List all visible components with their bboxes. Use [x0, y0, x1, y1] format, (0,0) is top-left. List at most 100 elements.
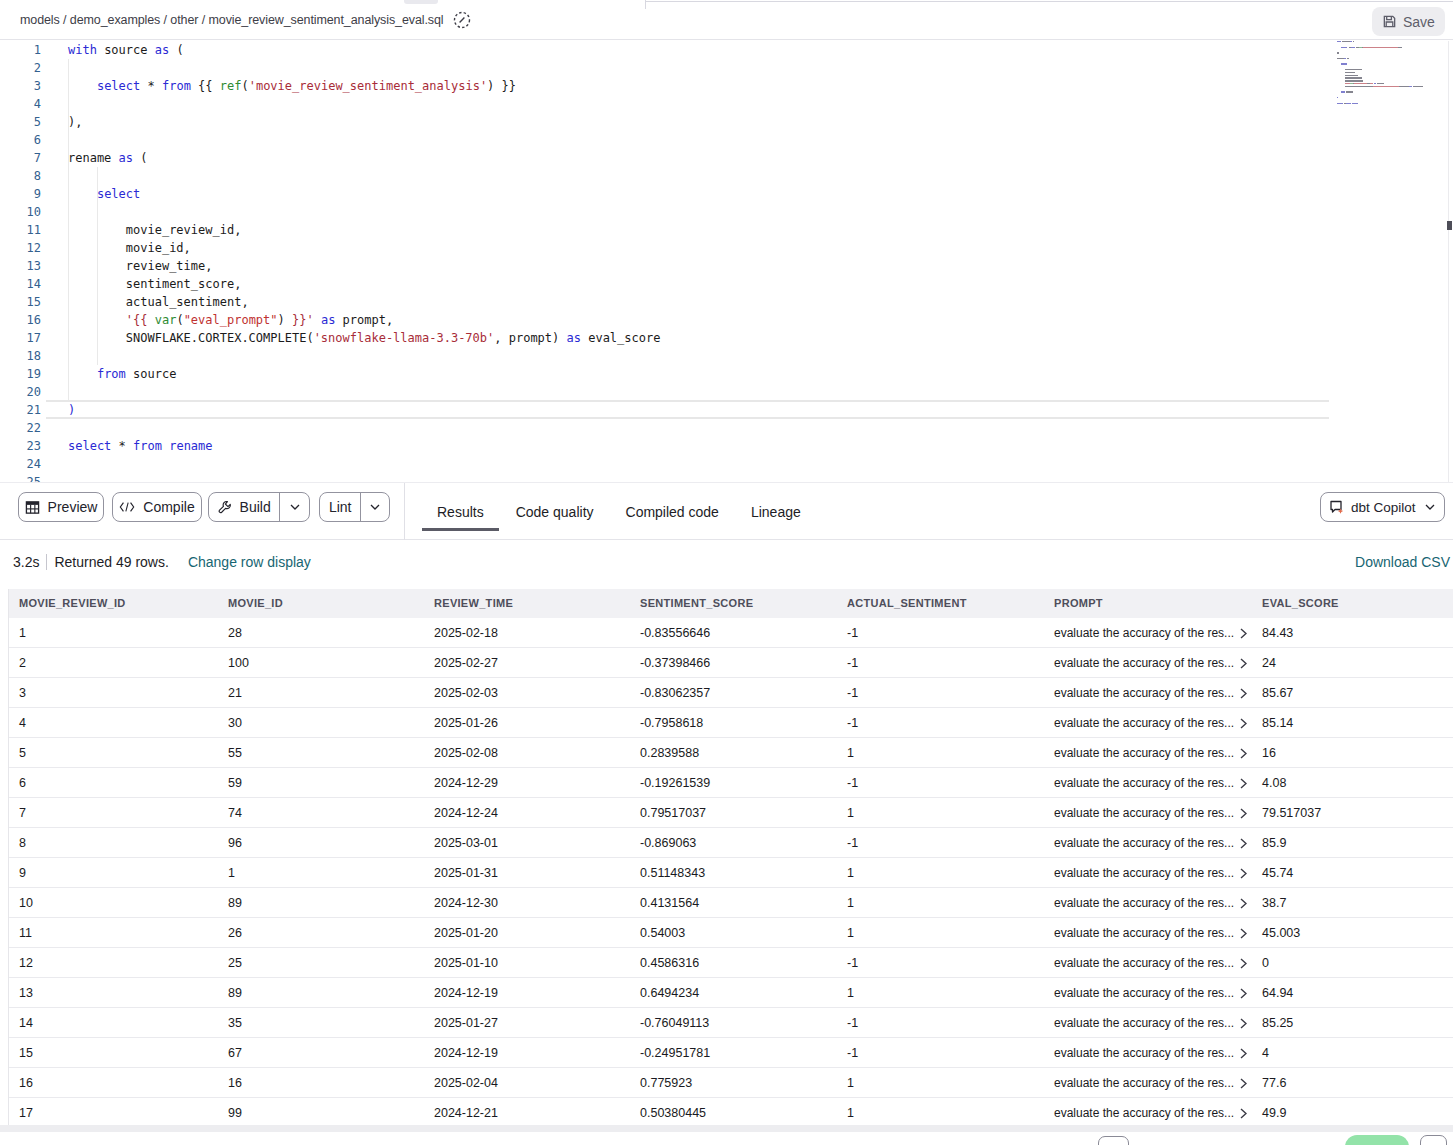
- lint-button[interactable]: Lint: [320, 493, 360, 521]
- code-line: movie_review_id,: [68, 221, 660, 239]
- tab-compiled-code[interactable]: Compiled code: [626, 483, 719, 540]
- prompt-cell[interactable]: evaluate the accuracy of the res...: [1054, 896, 1247, 910]
- expand-prompt-icon[interactable]: [1240, 988, 1247, 999]
- expand-prompt-icon[interactable]: [1240, 1048, 1247, 1059]
- column-header: MOVIE_ID: [228, 597, 283, 609]
- prompt-cell[interactable]: evaluate the accuracy of the res...: [1054, 836, 1247, 850]
- prompt-cell[interactable]: evaluate the accuracy of the res...: [1054, 1106, 1247, 1120]
- prompt-cell[interactable]: evaluate the accuracy of the res...: [1054, 776, 1247, 790]
- prompt-cell[interactable]: evaluate the accuracy of the res...: [1054, 656, 1247, 670]
- bottom-green-button[interactable]: [1345, 1135, 1409, 1145]
- prompt-preview-text: evaluate the accuracy of the res...: [1054, 1046, 1234, 1060]
- code-line: [68, 347, 660, 365]
- eval-score-cell: 77.6: [1262, 1076, 1286, 1090]
- editor-scrollbar-thumb[interactable]: [1447, 221, 1452, 230]
- code-editor[interactable]: 1234567891011121314151617181920212223242…: [0, 41, 1453, 482]
- minimap-line: [1337, 108, 1432, 111]
- prompt-cell[interactable]: evaluate the accuracy of the res...: [1054, 986, 1247, 1000]
- line-number: 18: [0, 347, 41, 365]
- table-cell: -0.24951781: [640, 1046, 710, 1060]
- table-cell: 2024-12-19: [434, 986, 498, 1000]
- table-cell: 2025-02-04: [434, 1076, 498, 1090]
- table-cell: -0.83556646: [640, 626, 710, 640]
- prompt-cell[interactable]: evaluate the accuracy of the res...: [1054, 716, 1247, 730]
- line-number: 14: [0, 275, 41, 293]
- editor-scrollbar-track: [1448, 41, 1449, 482]
- table-cell: 4: [19, 716, 26, 730]
- prompt-preview-text: evaluate the accuracy of the res...: [1054, 806, 1234, 820]
- table-cell: 2: [19, 656, 26, 670]
- expand-prompt-icon[interactable]: [1240, 718, 1247, 729]
- prompt-cell[interactable]: evaluate the accuracy of the res...: [1054, 926, 1247, 940]
- dbt-copilot-button[interactable]: dbt Copilot: [1320, 492, 1445, 522]
- change-row-display-link[interactable]: Change row display: [188, 554, 311, 570]
- expand-prompt-icon[interactable]: [1240, 1108, 1247, 1119]
- code-content[interactable]: with source as ( select * from {{ ref('m…: [68, 41, 660, 482]
- expand-prompt-icon[interactable]: [1240, 838, 1247, 849]
- expand-prompt-icon[interactable]: [1240, 868, 1247, 879]
- wrench-icon: [218, 500, 232, 514]
- column-header: EVAL_SCORE: [1262, 597, 1339, 609]
- minimap: [1337, 41, 1432, 111]
- line-number: 7: [0, 149, 41, 167]
- expand-prompt-icon[interactable]: [1240, 928, 1247, 939]
- build-dropdown[interactable]: [279, 493, 309, 521]
- expand-prompt-icon[interactable]: [1240, 778, 1247, 789]
- line-number: 16: [0, 311, 41, 329]
- build-button[interactable]: Build: [209, 493, 279, 521]
- expand-prompt-icon[interactable]: [1240, 688, 1247, 699]
- tab-code-quality[interactable]: Code quality: [516, 483, 594, 540]
- prompt-cell[interactable]: evaluate the accuracy of the res...: [1054, 806, 1247, 820]
- download-csv-link[interactable]: Download CSV: [1355, 554, 1450, 570]
- lint-label: Lint: [329, 499, 352, 515]
- prompt-cell[interactable]: evaluate the accuracy of the res...: [1054, 1016, 1247, 1030]
- prompt-cell[interactable]: evaluate the accuracy of the res...: [1054, 1076, 1247, 1090]
- breadcrumb[interactable]: models / demo_examples / other / movie_r…: [20, 13, 443, 27]
- table-cell: 2025-02-03: [434, 686, 498, 700]
- expand-prompt-icon[interactable]: [1240, 808, 1247, 819]
- bottom-icon-button[interactable]: [1420, 1135, 1447, 1145]
- eval-score-cell: 84.43: [1262, 626, 1293, 640]
- results-status-bar: 3.2s Returned 49 rows. Change row displa…: [0, 540, 1453, 589]
- lint-dropdown[interactable]: [360, 493, 389, 521]
- prompt-cell[interactable]: evaluate the accuracy of the res...: [1054, 866, 1247, 880]
- expand-prompt-icon[interactable]: [1240, 748, 1247, 759]
- table-cell: -1: [847, 686, 858, 700]
- prompt-cell[interactable]: evaluate the accuracy of the res...: [1054, 1046, 1247, 1060]
- prompt-cell[interactable]: evaluate the accuracy of the res...: [1054, 626, 1247, 640]
- prompt-cell[interactable]: evaluate the accuracy of the res...: [1054, 746, 1247, 760]
- expand-prompt-icon[interactable]: [1240, 658, 1247, 669]
- table-cell: 55: [228, 746, 242, 760]
- eval-score-cell: 85.67: [1262, 686, 1293, 700]
- code-line: SNOWFLAKE.CORTEX.COMPLETE('snowflake-lla…: [68, 329, 660, 347]
- expand-prompt-icon[interactable]: [1240, 958, 1247, 969]
- save-icon: [1382, 14, 1397, 29]
- compile-button[interactable]: Compile: [112, 492, 202, 522]
- bottom-button[interactable]: [1098, 1136, 1129, 1145]
- table-cell: -1: [847, 1016, 858, 1030]
- table-cell: 0.50380445: [640, 1106, 706, 1120]
- table-cell: 2024-12-29: [434, 776, 498, 790]
- expand-prompt-icon[interactable]: [1240, 1018, 1247, 1029]
- line-number: 6: [0, 131, 41, 149]
- table-cell: 0.6494234: [640, 986, 699, 1000]
- line-number: 5: [0, 113, 41, 131]
- table-cell: 0.4586316: [640, 956, 699, 970]
- table-row: 21002025-02-27-0.37398466-1evaluate the …: [9, 648, 1453, 678]
- expand-prompt-icon[interactable]: [1240, 1078, 1247, 1089]
- prompt-cell[interactable]: evaluate the accuracy of the res...: [1054, 686, 1247, 700]
- eval-score-cell: 4: [1262, 1046, 1269, 1060]
- horizontal-scrollbar[interactable]: [0, 1125, 1453, 1132]
- prompt-cell[interactable]: evaluate the accuracy of the res...: [1054, 956, 1247, 970]
- tab-lineage[interactable]: Lineage: [751, 483, 801, 540]
- line-number: 9: [0, 185, 41, 203]
- table-cell: -1: [847, 776, 858, 790]
- dbt-cloud-ide: models / demo_examples / other / movie_r…: [0, 0, 1453, 1145]
- expand-prompt-icon[interactable]: [1240, 898, 1247, 909]
- expand-prompt-icon[interactable]: [1240, 628, 1247, 639]
- preview-button[interactable]: Preview: [18, 492, 104, 522]
- tab-results[interactable]: Results: [437, 483, 484, 540]
- save-button[interactable]: Save: [1372, 7, 1445, 36]
- table-cell: 12: [19, 956, 33, 970]
- code-line: [68, 419, 660, 437]
